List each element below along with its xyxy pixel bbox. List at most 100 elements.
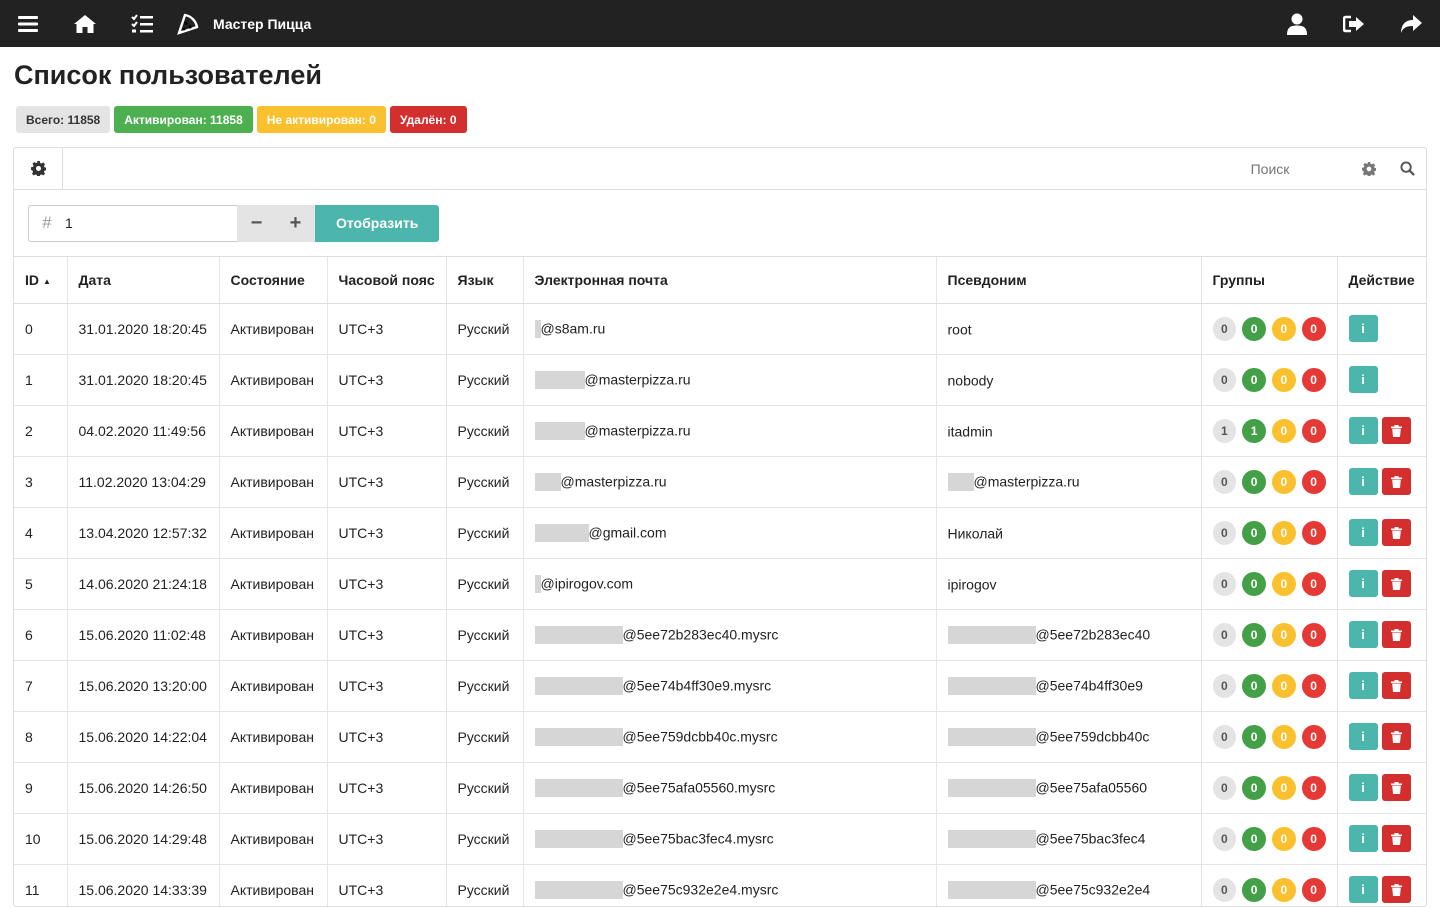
table-row[interactable]: 11 15.06.2020 14:33:39 Активирован UTC+3 Рус… [14,864,1426,906]
table-row[interactable]: 2 04.02.2020 11:49:56 Активирован UTC+3 Русс… [14,405,1426,457]
table-row[interactable]: 8 15.06.2020 14:22:04 Активирован UTC+3 Русс… [14,711,1426,763]
delete-button[interactable] [1381,876,1411,903]
cell-actions: i [1337,558,1426,610]
column-header[interactable]: Язык [446,257,524,304]
column-header-label: Дата [78,271,111,288]
info-button[interactable]: i [1348,519,1378,546]
delete-button[interactable] [1381,723,1411,750]
cell-email-text: @ipirogov.com [540,575,634,592]
cell-groups: 1100 [1201,405,1338,457]
table-row[interactable]: 9 15.06.2020 14:26:50 Активирован UTC+3 Русс… [14,762,1426,814]
column-header[interactable]: Дата [67,257,220,304]
delete-button[interactable] [1381,468,1411,495]
column-header[interactable]: Часовой пояс [327,257,447,304]
group-count-badge: 0 [1212,877,1237,902]
trash-icon [1390,475,1402,488]
cell-groups: 0000 [1201,303,1338,355]
delete-button[interactable] [1381,570,1411,597]
user-icon[interactable] [1277,0,1317,47]
cell-status: Активирован [219,813,328,865]
table-row[interactable]: 1 31.01.2020 18:20:45 Активирован UTC+3 Русс… [14,354,1426,406]
cell-status: Активирован [219,864,328,906]
cell-status: Активирован [219,762,328,814]
trash-icon [1390,883,1402,896]
table-row[interactable]: 0 31.01.2020 18:20:45 Активирован UTC+3 Русс… [14,303,1426,355]
info-button[interactable]: i [1348,774,1378,801]
trash-icon [1390,730,1402,743]
info-icon: i [1361,780,1365,795]
cell-alias: @5ee72b283ec40 [936,609,1202,661]
tasks-icon[interactable] [122,0,162,47]
cell-email-text: @5ee75c932e2e4.mysrc [622,881,779,898]
cell-language: Русский [446,558,524,610]
stat-badge[interactable]: Не активирован: 0 [256,106,386,133]
column-header[interactable]: ID ▲ [14,257,68,304]
column-header[interactable]: Псевдоним [936,257,1202,304]
cell-status: Активирован [219,660,328,712]
cell-alias-text: itadmin [947,423,993,440]
brand[interactable]: Мастер Пицца [177,13,311,35]
table-row[interactable]: 6 15.06.2020 11:02:48 Активирован UTC+3 Русс… [14,609,1426,661]
table-row[interactable]: 10 15.06.2020 14:29:48 Активирован UTC+3 Рус… [14,813,1426,865]
info-button[interactable]: i [1348,672,1378,699]
table-row[interactable]: 3 11.02.2020 13:04:29 Активирован UTC+3 Русс… [14,456,1426,508]
group-count-badge: 0 [1272,520,1296,545]
table-row[interactable]: 5 14.06.2020 21:24:18 Активирован UTC+3 Русс… [14,558,1426,610]
redacted-block [947,727,1036,746]
table-row[interactable]: 7 15.06.2020 13:20:00 Активирован UTC+3 Русс… [14,660,1426,712]
search-icon[interactable] [1388,148,1426,189]
sort-ascending-icon[interactable]: ▲ [43,277,51,286]
column-header[interactable]: Состояние [219,257,328,304]
trash-icon [1390,679,1402,692]
column-header-label: Псевдоним [947,271,1027,288]
column-header-label: Часовой пояс [338,271,435,288]
delete-button[interactable] [1381,417,1411,444]
column-header[interactable]: Группы [1201,257,1338,304]
info-button[interactable]: i [1348,366,1378,393]
group-count-badge: 0 [1242,622,1266,647]
group-count-badge: 0 [1272,724,1296,749]
share-icon[interactable] [1391,0,1431,47]
info-button[interactable]: i [1348,876,1378,903]
cell-language: Русский [446,456,524,508]
delete-button[interactable] [1381,825,1411,852]
home-icon[interactable] [65,0,105,47]
cell-email: @5ee72b283ec40.mysrc [523,609,937,661]
info-button[interactable]: i [1348,468,1378,495]
delete-button[interactable] [1381,621,1411,648]
menu-icon[interactable] [8,0,48,47]
info-button[interactable]: i [1348,723,1378,750]
delete-button[interactable] [1381,774,1411,801]
increment-button[interactable]: + [276,204,315,242]
column-header-label: Язык [457,271,494,288]
stat-badge[interactable]: Всего: 11858 [16,106,111,133]
stat-badge[interactable]: Удалён: 0 [389,106,467,133]
cell-email-text: @5ee75afa05560.mysrc [622,779,776,796]
info-button[interactable]: i [1348,621,1378,648]
info-button[interactable]: i [1348,417,1378,444]
stat-badge[interactable]: Активирован: 11858 [114,106,253,133]
info-button[interactable]: i [1348,570,1378,597]
column-header[interactable]: Электронная почта [523,257,937,304]
group-count-badge: 0 [1212,826,1237,851]
table-row[interactable]: 4 13.04.2020 12:57:32 Активирован UTC+3 Русс… [14,507,1426,559]
cell-id: 7 [14,660,68,712]
page-number-input[interactable] [65,215,225,231]
show-button[interactable]: Отобразить [315,204,440,242]
column-header[interactable]: Действие [1337,257,1426,304]
sign-out-icon[interactable] [1334,0,1374,47]
delete-button[interactable] [1381,672,1411,699]
cell-language: Русский [446,609,524,661]
settings-gear-icon[interactable] [14,148,63,189]
cell-date: 14.06.2020 21:24:18 [67,558,220,610]
cell-groups: 0000 [1201,762,1338,814]
delete-button[interactable] [1381,519,1411,546]
decrement-button[interactable]: − [237,204,276,242]
cell-timezone: UTC+3 [327,864,447,906]
search-settings-gear-icon[interactable] [1350,148,1388,189]
column-header-label: Группы [1212,271,1265,288]
cell-alias: @5ee74b4ff30e9 [936,660,1202,712]
info-button[interactable]: i [1348,315,1378,342]
info-button[interactable]: i [1348,825,1378,852]
search-input[interactable] [1190,153,1350,184]
